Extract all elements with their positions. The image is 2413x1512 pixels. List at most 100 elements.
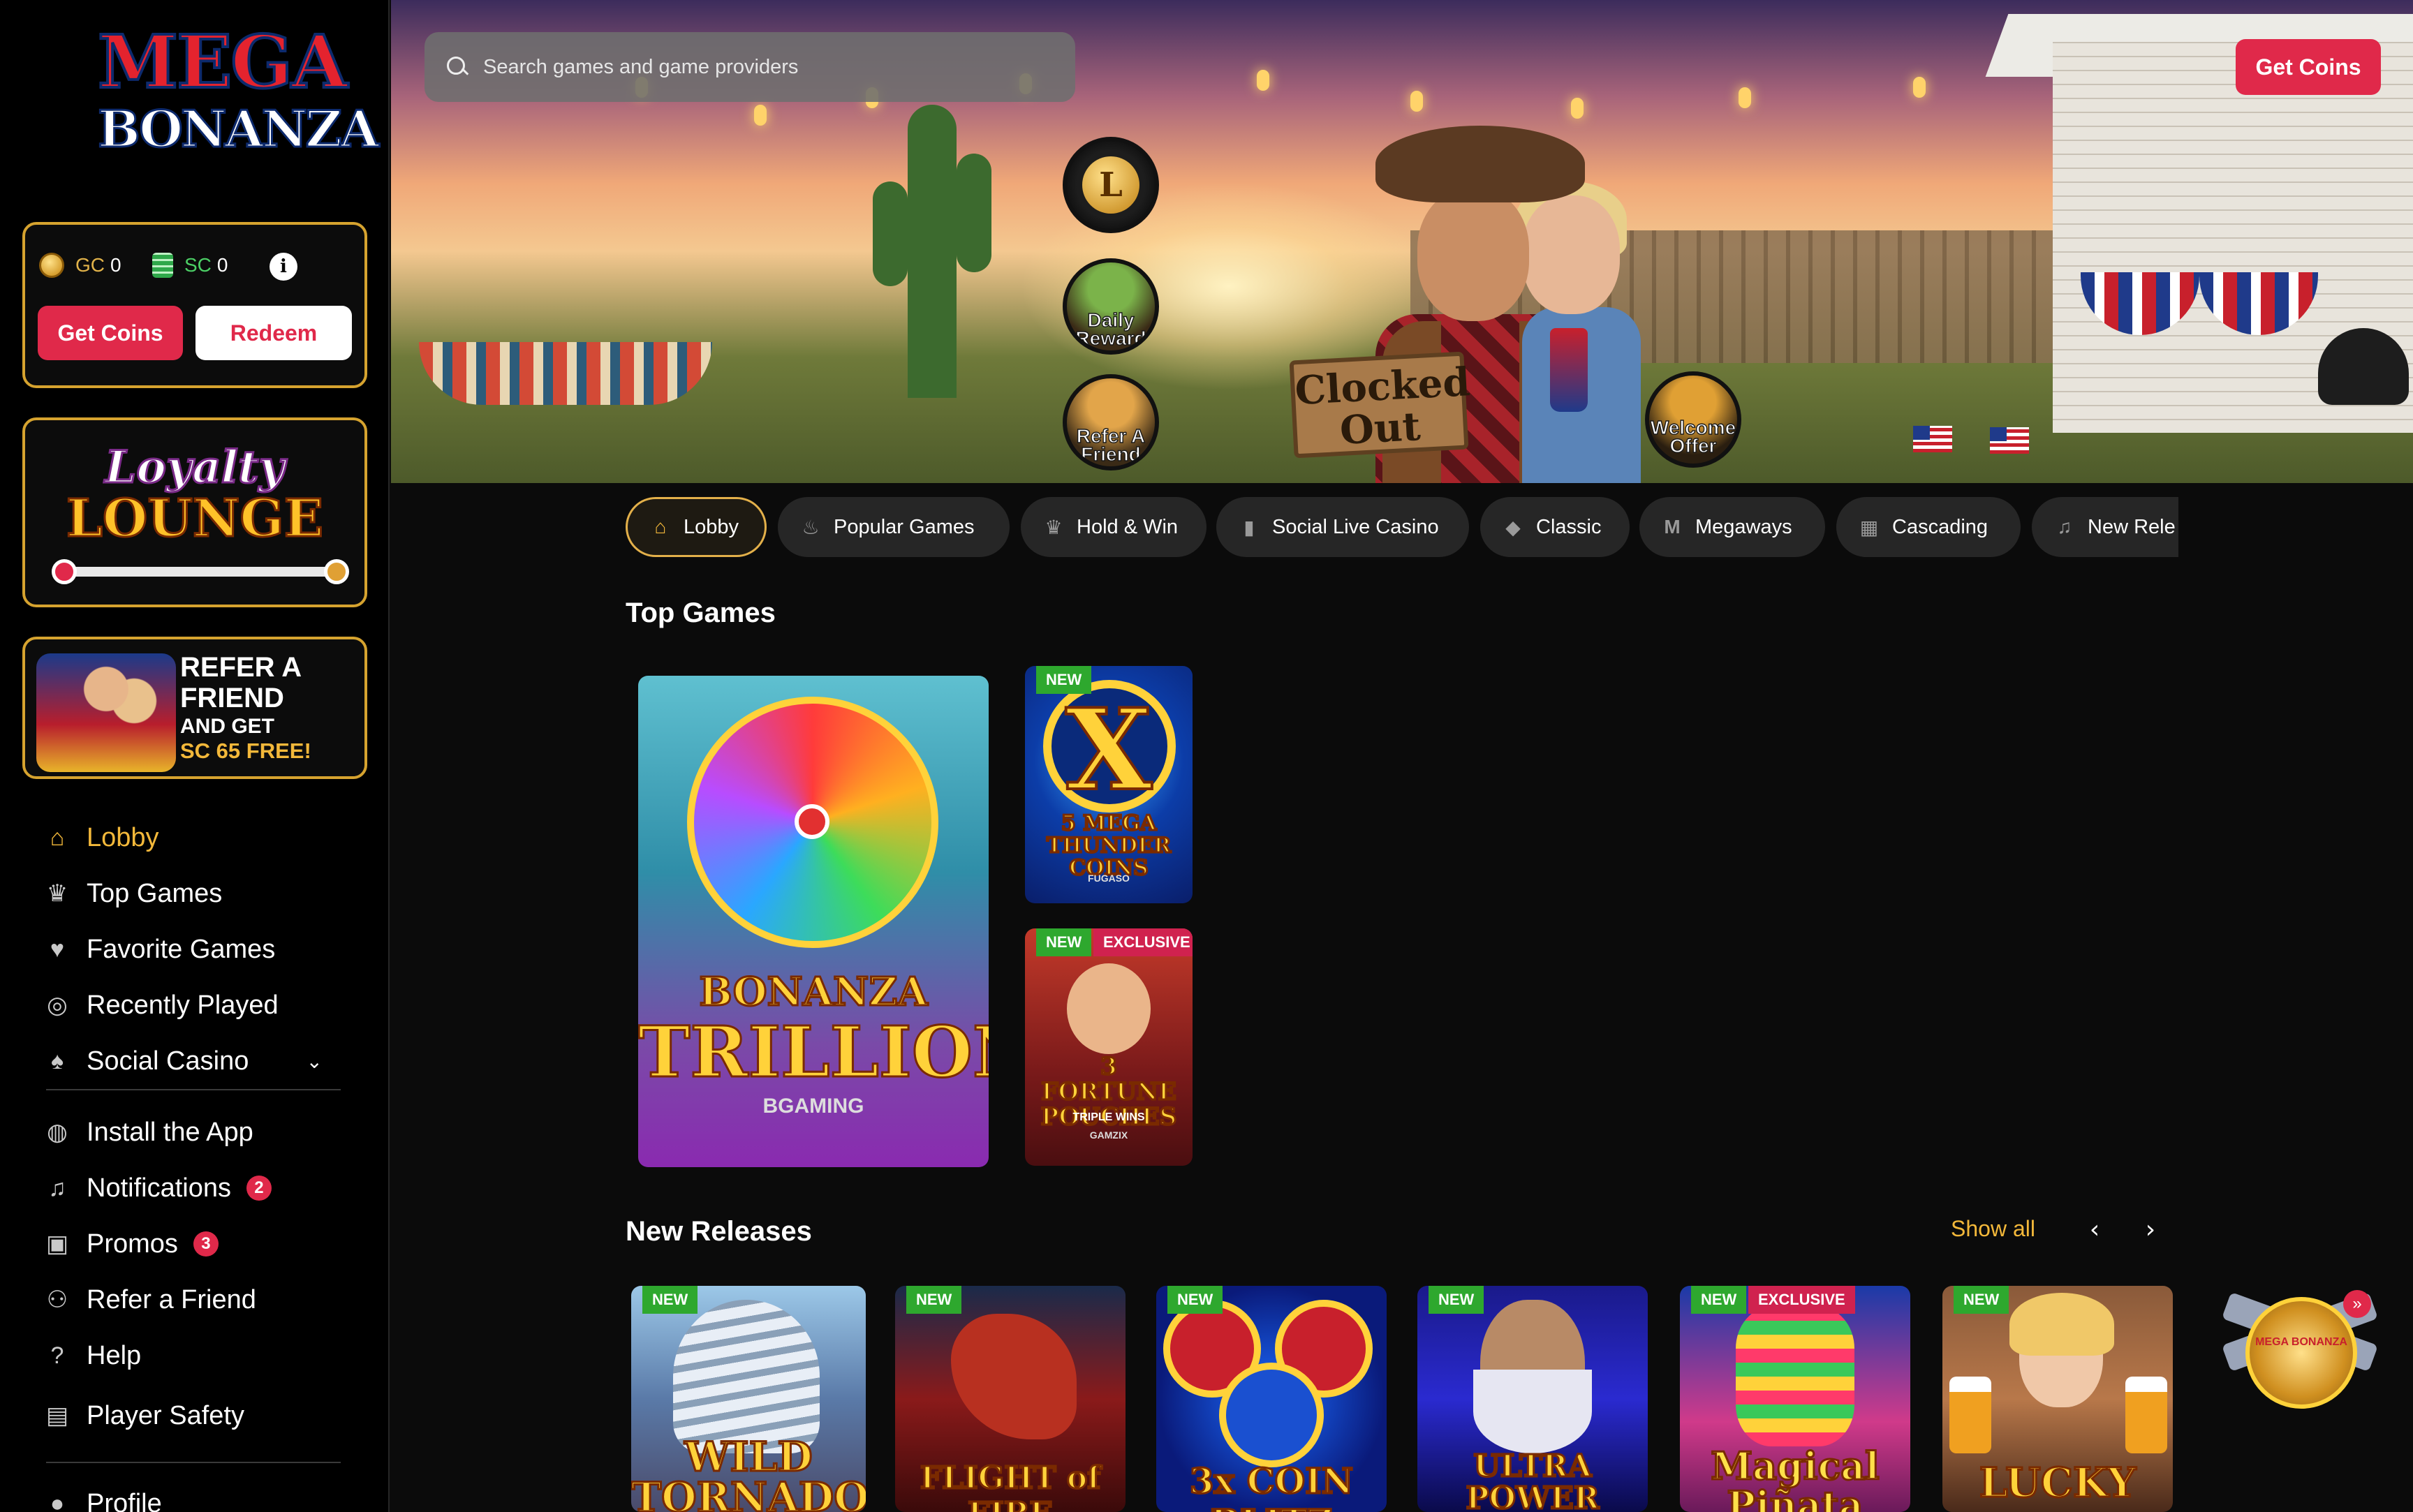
game-card-magical-pinata[interactable]: Magical Piñata NEW EXCLUSIVE xyxy=(1680,1286,1910,1512)
loyalty-lounge-panel[interactable]: Loyalty LOUNGE xyxy=(22,417,367,607)
nav-notifications[interactable]: ♫ Notifications 2 xyxy=(43,1167,272,1209)
tab-hold-win[interactable]: ♛ Hold & Win xyxy=(1021,497,1206,557)
app-root: MEGA BONANZA GC 0 SC 0 i Get Coins Redee… xyxy=(0,0,2413,1512)
gc-label: GC xyxy=(75,254,105,276)
us-flag xyxy=(1990,427,2029,454)
welcome-offer-label: Welcome Offer xyxy=(1650,417,1736,457)
magical-pinata-title: Magical Piñata xyxy=(1710,1444,1880,1512)
refer-line3: AND GET xyxy=(180,715,274,738)
cactus-arm xyxy=(957,154,991,272)
chevron-right-icon[interactable]: › xyxy=(2135,1216,2166,1247)
tab-megaways[interactable]: M Megaways xyxy=(1639,497,1825,557)
show-all-link[interactable]: Show all xyxy=(1951,1216,2035,1242)
character-art xyxy=(1067,963,1151,1054)
tab-new-releases[interactable]: ♫ New Rele xyxy=(2032,497,2178,557)
trophy-icon: ♛ xyxy=(46,880,68,907)
redeem-button[interactable]: Redeem xyxy=(195,306,352,360)
nav-favorite-games[interactable]: ♥ Favorite Games xyxy=(43,928,275,970)
nav-recently-played-label: Recently Played xyxy=(87,990,279,1020)
nav-player-safety[interactable]: ▤ Player Safety xyxy=(43,1395,244,1437)
tab-cascading-label: Cascading xyxy=(1892,515,1988,538)
fortune-pouches-provider: GAMZIX xyxy=(1089,1129,1128,1141)
nav-top-games[interactable]: ♛ Top Games xyxy=(43,873,223,914)
tab-megaways-label: Megaways xyxy=(1695,515,1792,538)
game-card-flight-of-fire[interactable]: FLIGHT of FIRE NEW xyxy=(895,1286,1126,1512)
dragon-art xyxy=(951,1314,1077,1439)
sweep-coin-icon xyxy=(152,253,173,278)
nav-profile-label: Profile xyxy=(87,1488,162,1512)
daily-reward-label: Daily Reward xyxy=(1075,309,1147,349)
category-tabs: ⌂ Lobby ♨ Popular Games ♛ Hold & Win ▮ S… xyxy=(626,497,2178,557)
drink-cup xyxy=(1550,328,1588,412)
exclusive-tag: EXCLUSIVE xyxy=(1093,928,1193,956)
new-tag: NEW xyxy=(1691,1286,1747,1314)
get-coins-button[interactable]: Get Coins xyxy=(38,306,183,360)
chevron-down-icon[interactable]: ⌄ xyxy=(307,1050,323,1073)
tab-popular-games-label: Popular Games xyxy=(834,515,975,538)
trophy-icon: ♛ xyxy=(1045,516,1063,538)
game-card-wild-tornado[interactable]: WILD TORNADO NEW xyxy=(631,1286,866,1512)
history-icon: ◎ xyxy=(47,992,68,1018)
card-icon: ▮ xyxy=(1244,516,1255,538)
tab-lobby-label: Lobby xyxy=(684,515,739,538)
nav-promos[interactable]: ▣ Promos 3 xyxy=(43,1223,219,1265)
coin-blitz-title: 3x COIN BLITZ xyxy=(1188,1460,1354,1512)
tab-classic[interactable]: ◆ Classic xyxy=(1480,497,1630,557)
info-icon[interactable]: i xyxy=(270,253,297,281)
double-chevron-icon: » xyxy=(2343,1290,2371,1318)
gc-balance: GC 0 xyxy=(39,253,121,278)
tab-popular-games[interactable]: ♨ Popular Games xyxy=(778,497,1010,557)
new-tag: NEW xyxy=(1036,928,1092,956)
refer-friend-promo[interactable]: REFER A FRIEND AND GET SC 65 FREE! xyxy=(22,637,367,779)
spade-icon: ♠ xyxy=(50,1047,64,1074)
refer-friend-button[interactable]: Refer A Friend xyxy=(1063,374,1159,470)
tab-cascading[interactable]: ▦ Cascading xyxy=(1836,497,2021,557)
featured-provider: BGAMING xyxy=(762,1095,864,1118)
sc-balance: SC 0 xyxy=(152,253,228,278)
game-card-mega-thunder[interactable]: X 5 MEGA THUNDER COINS FUGASO NEW xyxy=(1025,666,1193,903)
daily-reward-button[interactable]: Daily Reward xyxy=(1063,258,1159,355)
mega-thunder-provider: FUGASO xyxy=(1088,873,1130,884)
flight-of-fire-title: FLIGHT of FIRE xyxy=(919,1460,1101,1512)
sidebar: MEGA BONANZA GC 0 SC 0 i Get Coins Redee… xyxy=(0,0,390,1512)
user-icon: ● xyxy=(50,1490,65,1512)
cactus xyxy=(908,105,957,398)
nav-install-app[interactable]: ◍ Install the App xyxy=(43,1111,253,1153)
mega-bonanza-floating-badge[interactable]: MEGA BONANZA » xyxy=(2218,1290,2382,1430)
tab-lobby[interactable]: ⌂ Lobby xyxy=(626,497,767,557)
search-bar[interactable] xyxy=(425,32,1075,102)
nav-lobby[interactable]: ⌂ Lobby xyxy=(43,817,159,859)
game-card-coin-blitz[interactable]: 3x COIN BLITZ NEW xyxy=(1156,1286,1387,1512)
nav-refer-friend-label: Refer a Friend xyxy=(87,1284,256,1314)
coin-art xyxy=(1219,1363,1324,1467)
game-card-featured[interactable]: BONANZA TRILLION BGAMING xyxy=(638,676,989,1167)
beer-mug-art xyxy=(2125,1377,2167,1453)
game-card-fortune-pouches[interactable]: 3 FORTUNE POUCHES TRIPLE WINS GAMZIX NEW… xyxy=(1025,928,1193,1166)
nav-social-casino[interactable]: ♠ Social Casino ⌄ xyxy=(43,1040,323,1082)
game-card-lucky[interactable]: LUCKY NEW xyxy=(1942,1286,2173,1512)
logo-mega-text: MEGA xyxy=(96,19,349,105)
loyalty-badge-button[interactable]: L xyxy=(1063,137,1159,233)
nav-profile[interactable]: ● Profile xyxy=(43,1483,162,1512)
hero-banner[interactable]: Clocked Out L Daily Reward Refer A Frien… xyxy=(391,0,2413,483)
tab-classic-label: Classic xyxy=(1536,515,1602,538)
mega-bonanza-logo[interactable]: MEGA BONANZA xyxy=(96,19,381,170)
nav-recently-played[interactable]: ◎ Recently Played xyxy=(43,984,279,1026)
lounge-title: LOUNGE xyxy=(65,488,324,550)
refer-promo-image xyxy=(36,653,176,772)
featured-title-1: BONANZA xyxy=(698,968,929,1016)
game-card-ultra-power-link[interactable]: ULTRA POWER LINK NEW xyxy=(1417,1286,1648,1512)
nav-help[interactable]: ? Help xyxy=(43,1335,142,1377)
welcome-offer-button[interactable]: Welcome Offer xyxy=(1645,371,1741,468)
header-get-coins-button[interactable]: Get Coins xyxy=(2236,39,2381,95)
logo-bonanza-text: BONANZA xyxy=(97,98,381,160)
sc-label: SC xyxy=(184,254,212,276)
tab-social-live-casino[interactable]: ▮ Social Live Casino xyxy=(1216,497,1469,557)
top-games-title: Top Games xyxy=(626,598,776,628)
wild-tornado-title: WILD TORNADO xyxy=(631,1433,866,1512)
chevron-left-icon[interactable]: ‹ xyxy=(2079,1216,2110,1247)
nav-refer-friend[interactable]: ⚇ Refer a Friend xyxy=(43,1279,256,1321)
search-input[interactable] xyxy=(483,55,1056,79)
gc-value: 0 xyxy=(110,254,121,276)
new-tag: NEW xyxy=(1954,1286,2009,1314)
